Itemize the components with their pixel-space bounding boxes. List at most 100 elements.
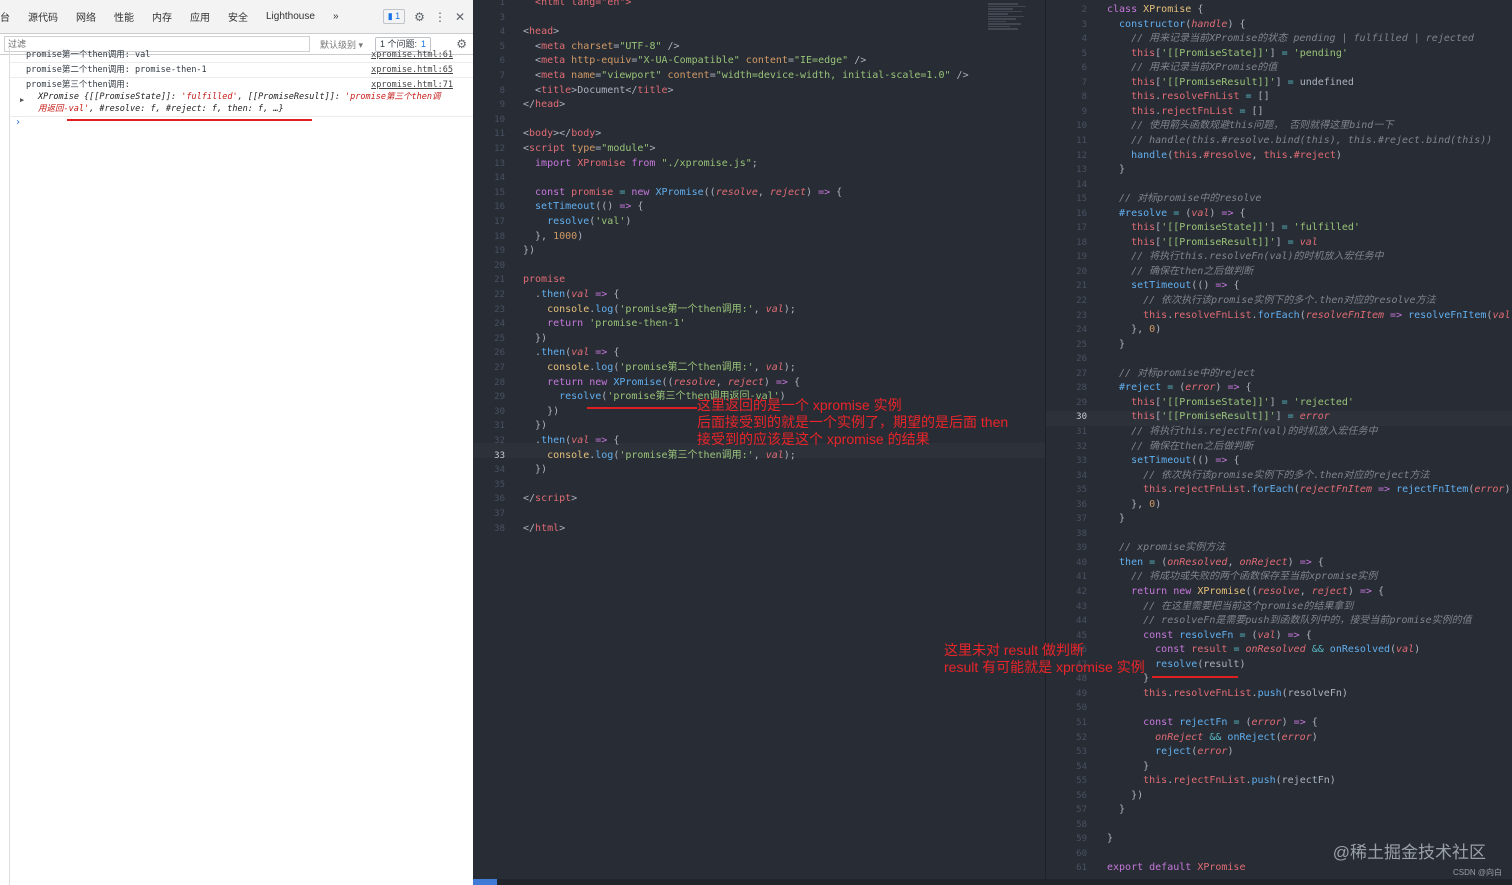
code-line[interactable]: 20: [473, 259, 1045, 274]
more-options-icon[interactable]: ⋮: [434, 10, 446, 24]
code-line[interactable]: 42 return new XPromise((resolve, reject)…: [1046, 585, 1512, 600]
code-line[interactable]: 32 // 确保在then之后做判断: [1046, 440, 1512, 455]
code-line[interactable]: 38 </html>: [473, 522, 1045, 537]
object-preview[interactable]: ▶ XPromise {[[PromiseState]]: 'fulfilled'…: [20, 91, 453, 115]
code-line[interactable]: 37 }: [1046, 512, 1512, 527]
code-line[interactable]: 14: [1046, 178, 1512, 193]
code-line[interactable]: 23 this.resolveFnList.forEach(resolveFnI…: [1046, 309, 1512, 324]
code-line[interactable]: 20 // 确保在then之后做判断: [1046, 265, 1512, 280]
code-line[interactable]: 53 reject(error): [1046, 745, 1512, 760]
tab-security[interactable]: 安全: [219, 9, 257, 24]
code-line[interactable]: 38: [1046, 527, 1512, 542]
code-line[interactable]: 61 export default XPromise: [1046, 861, 1512, 876]
code-line[interactable]: 12 handle(this.#resolve, this.#reject): [1046, 149, 1512, 164]
editor-js[interactable]: 2 class XPromise {3 constructor(handle) {…: [1045, 0, 1512, 885]
code-line[interactable]: 5 this['[[PromiseState]]'] = 'pending': [1046, 47, 1512, 62]
code-line[interactable]: 4 // 用来记录当前XPromise的状态 pending | fulfill…: [1046, 32, 1512, 47]
code-line[interactable]: 13 }: [1046, 163, 1512, 178]
close-icon[interactable]: ✕: [455, 10, 465, 24]
code-line[interactable]: 29 this['[[PromiseState]]'] = 'rejected': [1046, 396, 1512, 411]
code-line[interactable]: 16 setTimeout(() => {: [473, 200, 1045, 215]
code-line[interactable]: 10 // 使用箭头函数规避this问题， 否则就得这里bind一下: [1046, 119, 1512, 134]
code-line[interactable]: 54 }: [1046, 760, 1512, 775]
code-line[interactable]: 11 <body></body>: [473, 127, 1045, 142]
code-line[interactable]: 25 }): [473, 332, 1045, 347]
code-line[interactable]: 12 <script type="module">: [473, 142, 1045, 157]
code-line[interactable]: 21 promise: [473, 273, 1045, 288]
code-line[interactable]: 6 <meta http-equiv="X-UA-Compatible" con…: [473, 54, 1045, 69]
code-line[interactable]: 22 // 依次执行该promise实例下的多个.then对应的resolve方…: [1046, 294, 1512, 309]
code-line[interactable]: 2 class XPromise {: [1046, 3, 1512, 18]
code-line[interactable]: 15 const promise = new XPromise((resolve…: [473, 186, 1045, 201]
code-line[interactable]: 56 }): [1046, 789, 1512, 804]
code-line[interactable]: 40 then = (onResolved, onReject) => {: [1046, 556, 1512, 571]
code-line[interactable]: 28 return new XPromise((resolve, reject)…: [473, 376, 1045, 391]
code-line[interactable]: 57 }: [1046, 803, 1512, 818]
code-line[interactable]: 26: [1046, 352, 1512, 367]
code-line[interactable]: 28 #reject = (error) => {: [1046, 381, 1512, 396]
code-line[interactable]: 4 <head>: [473, 25, 1045, 40]
code-line[interactable]: 33 console.log('promise第三个then调用:', val)…: [473, 449, 1045, 464]
code-line[interactable]: 3 constructor(handle) {: [1046, 18, 1512, 33]
code-line[interactable]: 35: [473, 478, 1045, 493]
code-line[interactable]: 34 // 依次执行该promise实例下的多个.then对应的reject方法: [1046, 469, 1512, 484]
code-line[interactable]: 26 .then(val => {: [473, 346, 1045, 361]
code-line[interactable]: 5 <meta charset="UTF-8" />: [473, 40, 1045, 55]
source-link[interactable]: xpromise.html:61: [371, 49, 453, 61]
code-line[interactable]: 33 setTimeout(() => {: [1046, 454, 1512, 469]
code-line[interactable]: 11 // handle(this.#resolve.bind(this), t…: [1046, 134, 1512, 149]
code-line[interactable]: 9 </head>: [473, 98, 1045, 113]
code-line[interactable]: 55 this.rejectFnList.push(rejectFn): [1046, 774, 1512, 789]
code-line[interactable]: 23 console.log('promise第一个then调用:', val)…: [473, 303, 1045, 318]
code-line[interactable]: 41 // 将成功或失败的两个函数保存至当前xpromise实例: [1046, 570, 1512, 585]
tab-lighthouse[interactable]: Lighthouse: [257, 11, 324, 22]
code-line[interactable]: 19}): [473, 244, 1045, 259]
code-line[interactable]: 30 this['[[PromiseResult]]'] = error: [1046, 410, 1512, 425]
code-line[interactable]: 37: [473, 507, 1045, 522]
code-line[interactable]: 24 return 'promise-then-1': [473, 317, 1045, 332]
code-line[interactable]: 9 this.rejectFnList = []: [1046, 105, 1512, 120]
settings-gear-icon[interactable]: ⚙: [414, 10, 425, 24]
code-line[interactable]: 49 this.resolveFnList.push(resolveFn): [1046, 687, 1512, 702]
code-line[interactable]: 35 this.rejectFnList.forEach(rejectFnIte…: [1046, 483, 1512, 498]
more-tabs-button[interactable]: »: [324, 11, 348, 22]
code-line[interactable]: 17 this['[[PromiseState]]'] = 'fulfilled…: [1046, 221, 1512, 236]
source-link[interactable]: xpromise.html:65: [371, 64, 453, 76]
status-bar-remote-indicator[interactable]: [473, 879, 497, 885]
tab-console[interactable]: 台: [0, 9, 19, 24]
code-line[interactable]: 39 // xpromise实例方法: [1046, 541, 1512, 556]
code-line[interactable]: 21 setTimeout(() => {: [1046, 279, 1512, 294]
code-line[interactable]: 52 onReject && onReject(error): [1046, 731, 1512, 746]
code-line[interactable]: 36 </script>: [473, 492, 1045, 507]
code-line[interactable]: 8 <title>Document</title>: [473, 84, 1045, 99]
code-line[interactable]: 6 // 用来记录当前XPromise的值: [1046, 61, 1512, 76]
code-line[interactable]: 36 }, 0): [1046, 498, 1512, 513]
tab-memory[interactable]: 内存: [143, 9, 181, 24]
code-line[interactable]: 7 this['[[PromiseResult]]'] = undefined: [1046, 76, 1512, 91]
code-line[interactable]: 13 import XPromise from "./xpromise.js";: [473, 157, 1045, 172]
code-line[interactable]: 18 }, 1000): [473, 230, 1045, 245]
code-line[interactable]: 27 // 对标promise中的reject: [1046, 367, 1512, 382]
code-line[interactable]: 7 <meta name="viewport" content="width=d…: [473, 69, 1045, 84]
code-line[interactable]: 17 resolve('val'): [473, 215, 1045, 230]
code-line[interactable]: 14: [473, 171, 1045, 186]
code-line[interactable]: 3: [473, 11, 1045, 26]
code-line[interactable]: 34 }): [473, 463, 1045, 478]
code-line[interactable]: 16 #resolve = (val) => {: [1046, 207, 1512, 222]
code-line[interactable]: 8 this.resolveFnList = []: [1046, 90, 1512, 105]
tab-network[interactable]: 网络: [67, 9, 105, 24]
code-line[interactable]: 51 const rejectFn = (error) => {: [1046, 716, 1512, 731]
tab-performance[interactable]: 性能: [105, 9, 143, 24]
code-line[interactable]: 15 // 对标promise中的resolve: [1046, 192, 1512, 207]
code-line[interactable]: 19 // 将执行this.resolveFn(val)的时机放入宏任务中: [1046, 250, 1512, 265]
code-line[interactable]: 27 console.log('promise第二个then调用:', val)…: [473, 361, 1045, 376]
expand-triangle-icon[interactable]: ▶: [20, 94, 24, 106]
source-link[interactable]: xpromise.html:71: [371, 79, 453, 91]
code-line[interactable]: 18 this['[[PromiseResult]]'] = val: [1046, 236, 1512, 251]
tab-application[interactable]: 应用: [181, 9, 219, 24]
code-line[interactable]: 10: [473, 113, 1045, 128]
code-line[interactable]: 44 // resolveFn是需要push到函数队列中的，接受当前promis…: [1046, 614, 1512, 629]
code-line[interactable]: 58: [1046, 818, 1512, 833]
code-line[interactable]: 43 // 在这里需要把当前这个promise的结果拿到: [1046, 600, 1512, 615]
code-line[interactable]: 25 }: [1046, 338, 1512, 353]
